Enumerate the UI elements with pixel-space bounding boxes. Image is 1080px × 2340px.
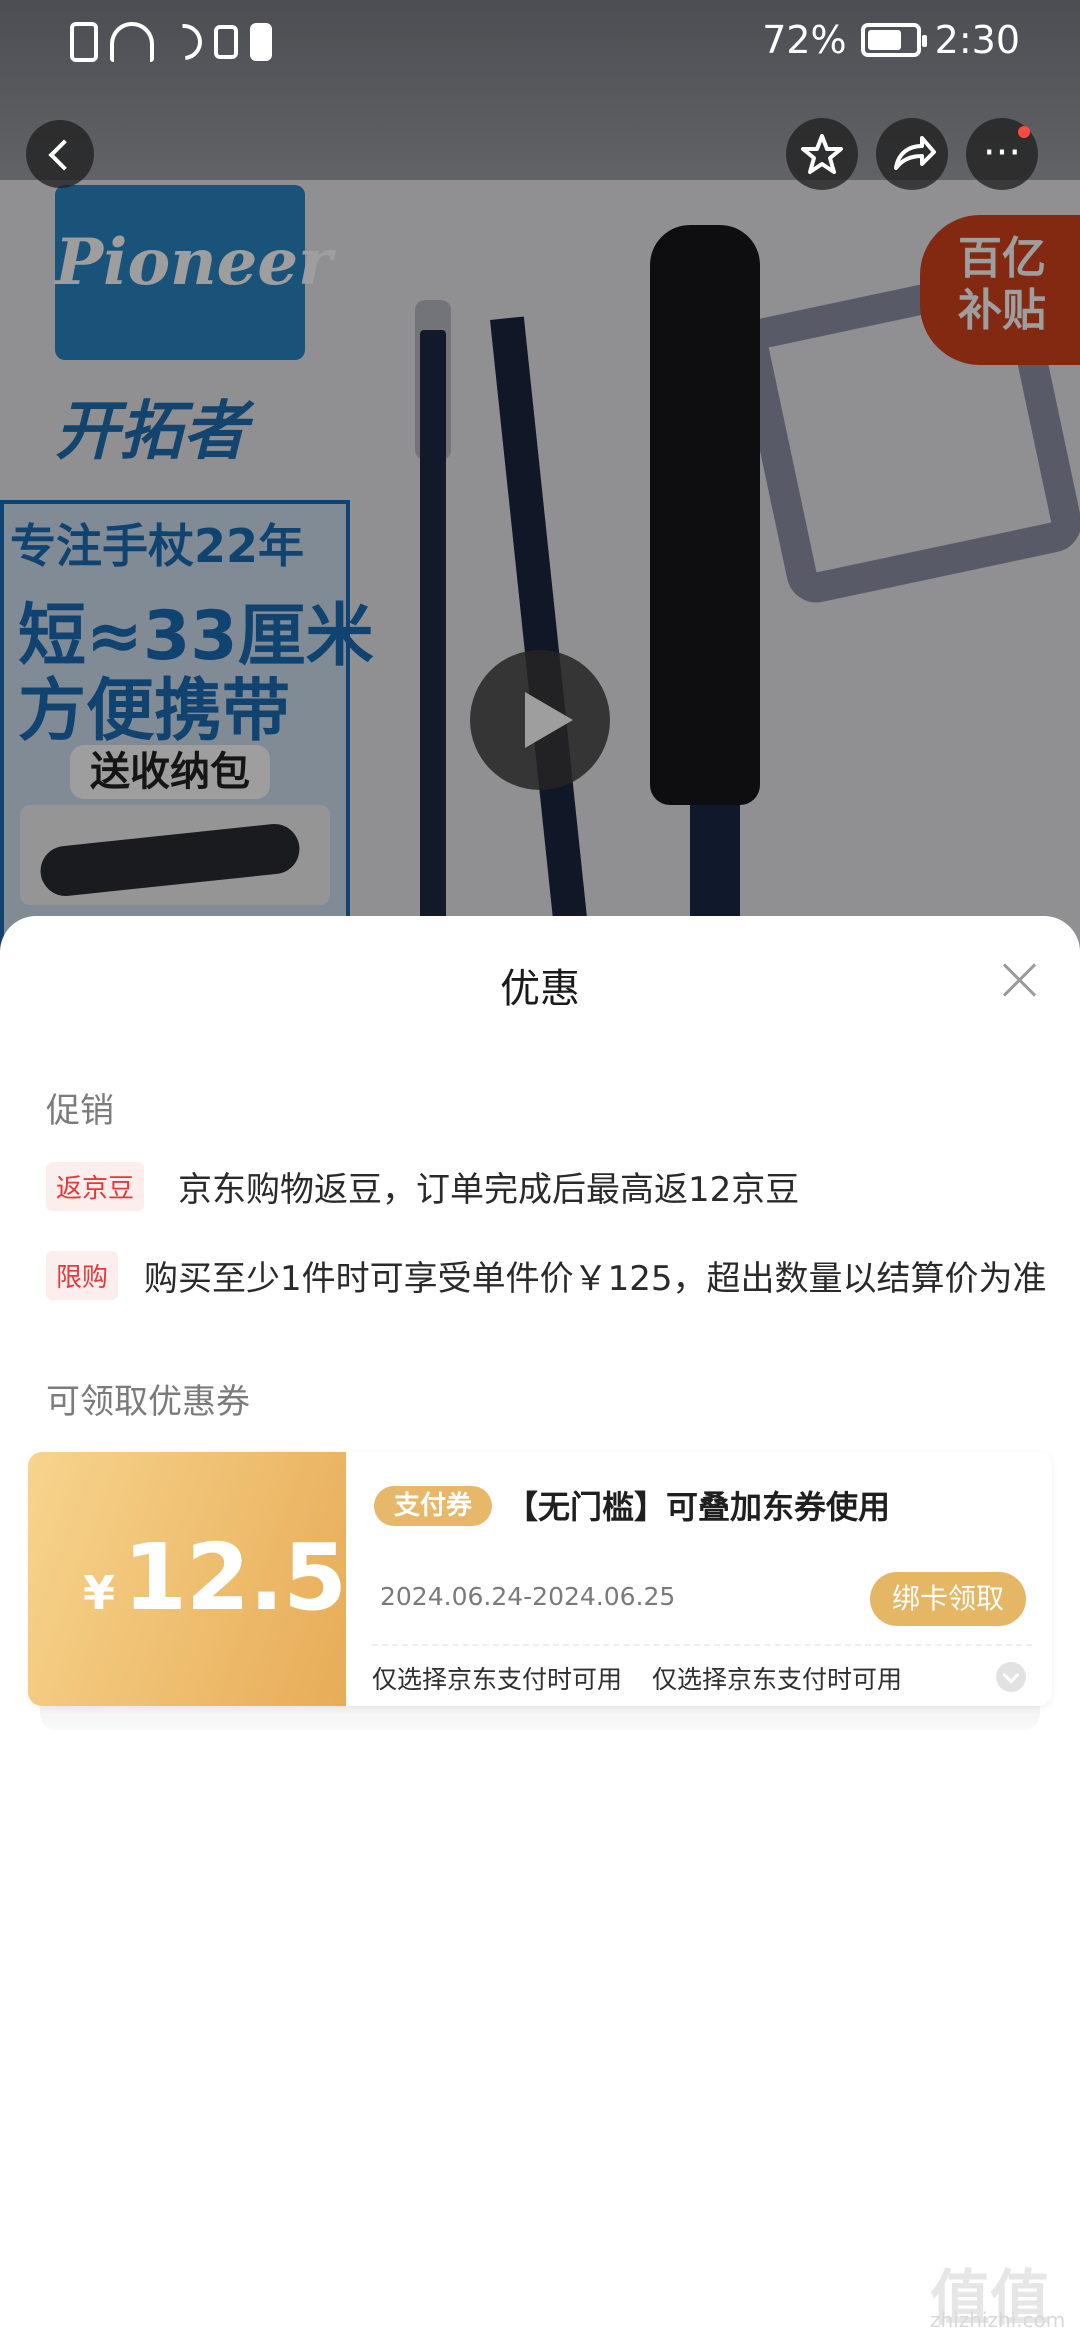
coupon-amount-panel: ¥ 12.5 [22, 1452, 347, 1706]
share-button[interactable] [876, 118, 948, 190]
promotions-label: 促销 [46, 1091, 114, 1131]
close-icon[interactable] [998, 958, 1042, 1002]
favorite-button[interactable] [786, 118, 858, 190]
coupon-card[interactable]: ¥ 12.5 支付券 【无门槛】可叠加东券使用 2024.06.24-2024.… [22, 1452, 1052, 1706]
battery-saver-icon [250, 23, 272, 61]
coupon-value: 12.5 [123, 1524, 347, 1631]
coupon-date-range: 2024.06.24-2024.06.25 [380, 1582, 676, 1611]
clock: 2:30 [934, 18, 1020, 62]
notification-dot [1018, 126, 1030, 138]
battery-fill [867, 30, 901, 50]
status-icons [70, 16, 272, 68]
coupon-type-badge: 支付券 [374, 1486, 492, 1526]
more-button[interactable]: ··· [966, 118, 1038, 190]
sheet-title: 优惠 [500, 966, 580, 1012]
wifi-icon [110, 22, 154, 62]
chevron-down-icon[interactable] [996, 1662, 1026, 1692]
vibrate-icon [214, 25, 238, 59]
alert-icon [70, 22, 98, 62]
promotion-row: 返京豆 京东购物返豆，订单完成后最高返12京豆 [46, 1162, 799, 1211]
coupon-amount: ¥ 12.5 [83, 1524, 347, 1631]
promotion-text: 购买至少1件时可享受单件价￥125，超出数量以结算价为准 [144, 1259, 1047, 1299]
back-button[interactable] [26, 120, 94, 188]
watermark-url: zhizhizhi.com [930, 2308, 1066, 2332]
status-right: 72% 2:30 [762, 18, 1020, 62]
coupon-note: 仅选择京东支付时可用 [372, 1665, 623, 1694]
more-dots-icon: ··· [982, 130, 1022, 176]
battery-percent: 72% [762, 18, 847, 62]
promotion-tag: 返京豆 [46, 1162, 145, 1211]
coupons-label: 可领取优惠券 [46, 1382, 250, 1422]
promotion-text: 京东购物返豆，订单完成后最高返12京豆 [178, 1170, 800, 1210]
claim-coupon-button[interactable]: 绑卡领取 [870, 1572, 1026, 1626]
promotion-tag: 限购 [46, 1251, 119, 1300]
star-icon [801, 134, 843, 174]
coupon-currency: ¥ [83, 1566, 116, 1620]
status-bar: 72% 2:30 [0, 0, 1080, 90]
battery-icon [860, 23, 927, 57]
moon-icon [158, 16, 210, 68]
share-icon [894, 136, 936, 170]
promotion-row: 限购 购买至少1件时可享受单件价￥125，超出数量以结算价为准 [46, 1251, 1047, 1300]
coupon-note: 仅选择京东支付时可用 [652, 1665, 903, 1694]
coupon-divider [372, 1644, 1032, 1646]
coupon-title: 【无门槛】可叠加东券使用 [506, 1488, 891, 1526]
